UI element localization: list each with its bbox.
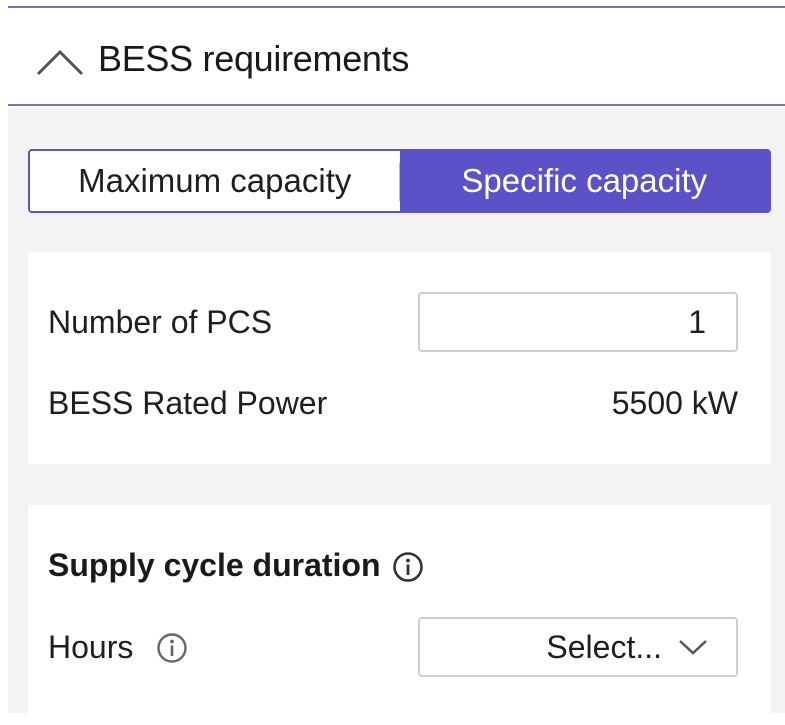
section-header-bess-requirements[interactable]: BESS requirements	[8, 8, 785, 106]
pcs-card: Number of PCS 1 BESS Rated Power 5500 kW	[28, 252, 771, 464]
section-body: Maximum capacity Specific capacity Numbe…	[8, 108, 785, 725]
hours-select-value: Select...	[546, 628, 662, 665]
number-of-pcs-label: Number of PCS	[48, 304, 273, 340]
toggle-specific-capacity[interactable]: Specific capacity	[399, 151, 769, 211]
capacity-toggle: Maximum capacity Specific capacity	[28, 149, 771, 213]
rated-power-label: BESS Rated Power	[48, 385, 328, 421]
rated-power-value: 5500 kW	[611, 385, 738, 421]
section-title: BESS requirements	[98, 38, 410, 79]
supply-cycle-card: Supply cycle duration Hours Select...	[28, 505, 771, 725]
number-of-pcs-input[interactable]: 1	[418, 292, 738, 352]
hours-select[interactable]: Select...	[418, 617, 738, 677]
hours-label: Hours	[48, 629, 134, 665]
info-icon[interactable]	[156, 632, 188, 664]
chevron-down-icon	[679, 640, 707, 655]
info-icon[interactable]	[392, 551, 424, 583]
bess-requirements-panel: BESS requirements Maximum capacity Speci…	[8, 6, 785, 725]
toggle-maximum-capacity[interactable]: Maximum capacity	[30, 151, 400, 211]
chevron-up-icon[interactable]	[36, 48, 84, 76]
supply-cycle-title: Supply cycle duration	[48, 547, 381, 583]
